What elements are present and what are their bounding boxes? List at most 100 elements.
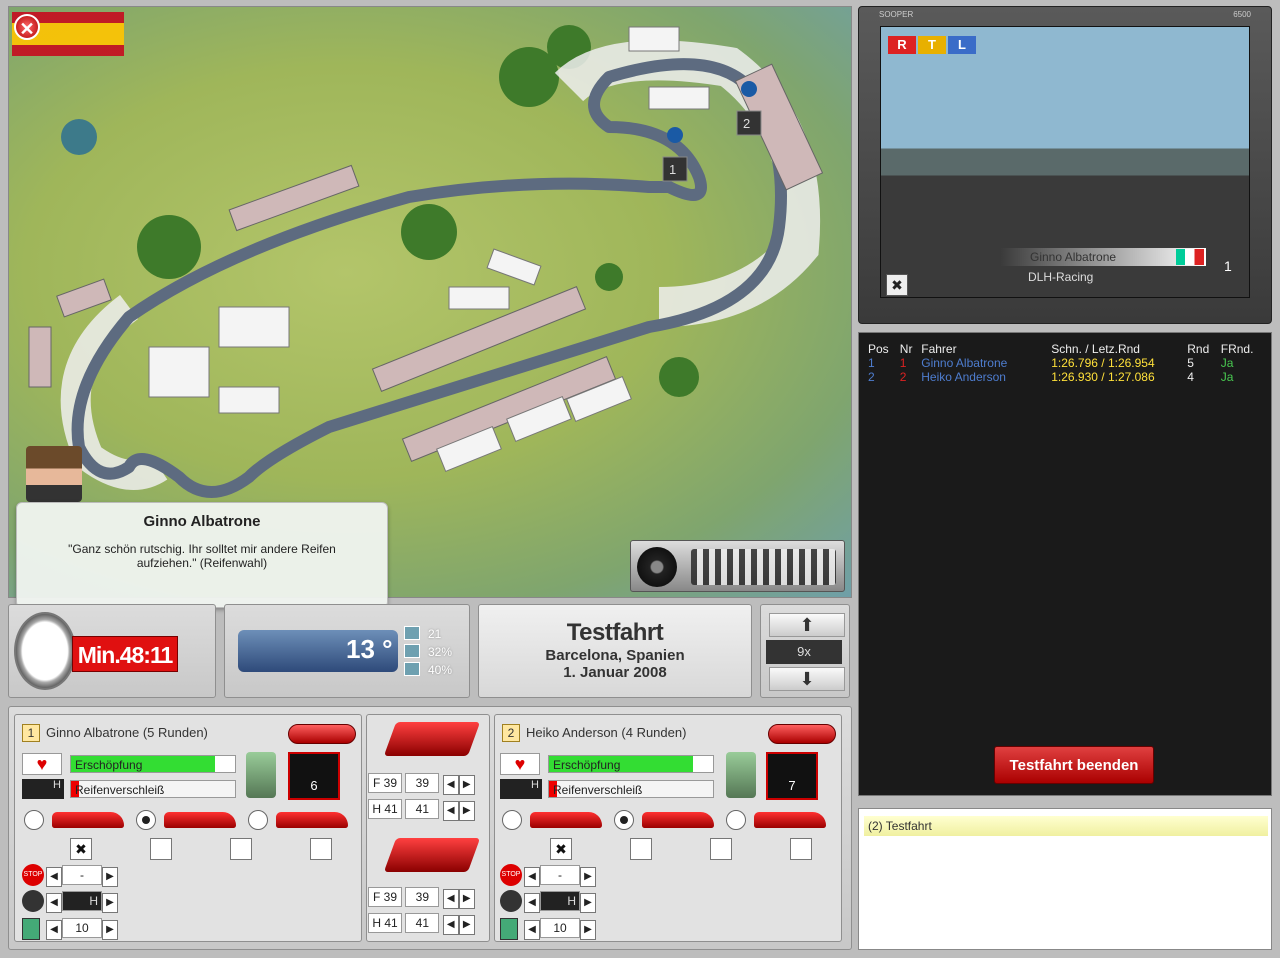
wing-icon xyxy=(383,838,481,872)
driver-1-pit-button[interactable] xyxy=(288,724,356,744)
track-temp-icon xyxy=(404,626,420,640)
game-screen: 1 2 ✕ Ginno Albatrone "Ganz schön rutsch… xyxy=(0,0,1280,958)
driver-1-checkbox-1[interactable]: ✖ xyxy=(70,838,92,860)
car-marker-2[interactable]: 2 xyxy=(743,116,750,131)
driver-2-fuel-stepper[interactable]: ◀ 10 ▶ xyxy=(524,918,596,940)
driver-1-fuel-stepper[interactable]: ◀ 10 ▶ xyxy=(46,918,118,940)
end-test-button[interactable]: Testfahrt beenden xyxy=(994,746,1154,784)
row-frnd: Ja xyxy=(1220,370,1234,384)
front-wing-row-1: F 39 39 ◀ ▶ xyxy=(368,773,475,795)
heart-icon: ♥ xyxy=(500,753,540,775)
right-arrow-icon[interactable]: ▶ xyxy=(102,893,118,913)
car-icon xyxy=(642,812,714,828)
driver-2-stop-stepper[interactable]: ◀ - ▶ xyxy=(524,865,596,887)
wing-icon xyxy=(383,722,481,756)
left-arrow-icon[interactable]: ◀ xyxy=(46,893,62,913)
right-arrow-icon[interactable]: ▶ xyxy=(458,775,475,795)
driver-1-exhaustion-track: Erschöpfung xyxy=(70,755,236,773)
row-rnd: 5 xyxy=(1187,356,1194,370)
driver-2-strategy-radio-1[interactable] xyxy=(502,810,522,830)
stop-icon[interactable]: STOP xyxy=(22,864,44,886)
standings-panel xyxy=(858,332,1272,796)
tv-team-name: DLH-Racing xyxy=(1028,270,1094,284)
col-frnd: FRnd. xyxy=(1220,342,1254,356)
driver-2-pit-button[interactable] xyxy=(768,724,836,744)
left-arrow-icon[interactable]: ◀ xyxy=(46,867,62,887)
speech-bubble: Ginno Albatrone "Ganz schön rutschig. Ih… xyxy=(16,502,388,608)
right-arrow-icon[interactable]: ▶ xyxy=(580,867,596,887)
italy-flag-icon xyxy=(1176,249,1204,265)
right-arrow-icon[interactable]: ▶ xyxy=(102,867,118,887)
row-rnd: 4 xyxy=(1187,370,1194,384)
rear-wing-row-2: H 41 41 ◀ ▶ xyxy=(368,913,475,935)
driver-2-checkbox-1[interactable]: ✖ xyxy=(550,838,572,860)
arrow-down-icon: ⬇ xyxy=(799,669,815,689)
right-arrow-icon[interactable]: ▶ xyxy=(102,920,118,940)
left-arrow-icon[interactable]: ◀ xyxy=(524,867,540,887)
checkered-flag-icon xyxy=(691,549,836,585)
driver-2-checkbox-3[interactable] xyxy=(710,838,732,860)
close-icon[interactable]: ✕ xyxy=(14,14,40,40)
right-arrow-icon[interactable]: ▶ xyxy=(580,893,596,913)
col-times: Schn. / Letz.Rnd xyxy=(1051,342,1140,356)
driver-2-number: 2 xyxy=(502,724,520,742)
driver-2-strategy-radio-3[interactable] xyxy=(726,810,746,830)
row-frnd: Ja xyxy=(1220,356,1234,370)
right-arrow-icon[interactable]: ▶ xyxy=(580,920,596,940)
driver-2-checkbox-4[interactable] xyxy=(790,838,812,860)
humidity-icon xyxy=(404,644,420,658)
car-icon xyxy=(164,812,236,828)
weather-stat-1: 21 xyxy=(428,627,442,641)
driver-2-checkbox-2[interactable] xyxy=(630,838,652,860)
rain-icon xyxy=(404,662,420,676)
driver-1-number: 1 xyxy=(22,724,40,742)
log-entry[interactable]: (2) Testfahrt xyxy=(864,816,1268,836)
left-arrow-icon[interactable]: ◀ xyxy=(442,915,459,935)
driver-1-stop-stepper[interactable]: ◀ - ▶ xyxy=(46,865,118,887)
driver-1-strategy-radio-1[interactable] xyxy=(24,810,44,830)
driver-2-tire-type: H xyxy=(500,779,542,799)
col-nr: Nr xyxy=(899,342,913,356)
driver-2-exhaustion-label: Erschöpfung xyxy=(553,758,621,772)
tv-brand-right: 6500 xyxy=(1233,10,1251,19)
driver-1-name: Ginno Albatrone (5 Runden) xyxy=(46,725,208,740)
left-arrow-icon[interactable]: ◀ xyxy=(524,920,540,940)
row-pos: 2 xyxy=(868,370,875,384)
fuel-can-icon xyxy=(246,752,276,798)
right-arrow-icon[interactable]: ▶ xyxy=(458,915,475,935)
left-arrow-icon[interactable]: ◀ xyxy=(442,889,459,909)
driver-1-header: 1 Ginno Albatrone (5 Runden) xyxy=(22,721,208,745)
driver-1-strategy-radio-2[interactable] xyxy=(136,810,156,830)
left-arrow-icon[interactable]: ◀ xyxy=(442,775,459,795)
car-marker-1[interactable]: 1 xyxy=(669,162,676,177)
driver-1-strategy-radio-3[interactable] xyxy=(248,810,268,830)
row-times: 1:26.796 / 1:26.954 xyxy=(1051,356,1155,370)
driver-1-checkbox-4[interactable] xyxy=(310,838,332,860)
tire-icon xyxy=(500,890,522,912)
logo-letter-1: R xyxy=(888,36,916,54)
left-arrow-icon[interactable]: ◀ xyxy=(46,920,62,940)
left-arrow-icon[interactable]: ◀ xyxy=(442,801,459,821)
speed-up-button[interactable]: ⬆ xyxy=(769,613,845,637)
tv-close-button[interactable]: ✖ xyxy=(886,274,908,296)
session-date: 1. Januar 2008 xyxy=(563,664,667,681)
table-row[interactable]: 2 2 Heiko Anderson 1:26.930 / 1:27.086 4… xyxy=(866,370,1266,384)
right-arrow-icon[interactable]: ▶ xyxy=(458,889,475,909)
driver-1-checkbox-2[interactable] xyxy=(150,838,172,860)
standings-table: Pos Nr Fahrer Schn. / Letz.Rnd Rnd FRnd.… xyxy=(866,342,1266,384)
fuel-icon xyxy=(500,918,518,940)
driver-2-fuel-display: 7 xyxy=(766,752,818,800)
rtl-logo: RTL xyxy=(888,36,982,54)
temperature: 13 ° xyxy=(346,634,393,664)
driver-1-tire-stepper[interactable]: ◀ H ▶ xyxy=(46,891,118,913)
speed-down-button[interactable]: ⬇ xyxy=(769,667,845,691)
driver-2-strategy-radio-2[interactable] xyxy=(614,810,634,830)
stop-icon[interactable]: STOP xyxy=(500,864,522,886)
left-arrow-icon[interactable]: ◀ xyxy=(524,893,540,913)
table-row[interactable]: 1 1 Ginno Albatrone 1:26.796 / 1:26.954 … xyxy=(866,356,1266,370)
pit-tire-widget[interactable] xyxy=(630,540,845,592)
driver-1-checkbox-3[interactable] xyxy=(230,838,252,860)
driver-1-fuel-display: 6 xyxy=(288,752,340,800)
driver-2-tire-stepper[interactable]: ◀ H ▶ xyxy=(524,891,596,913)
right-arrow-icon[interactable]: ▶ xyxy=(458,801,475,821)
